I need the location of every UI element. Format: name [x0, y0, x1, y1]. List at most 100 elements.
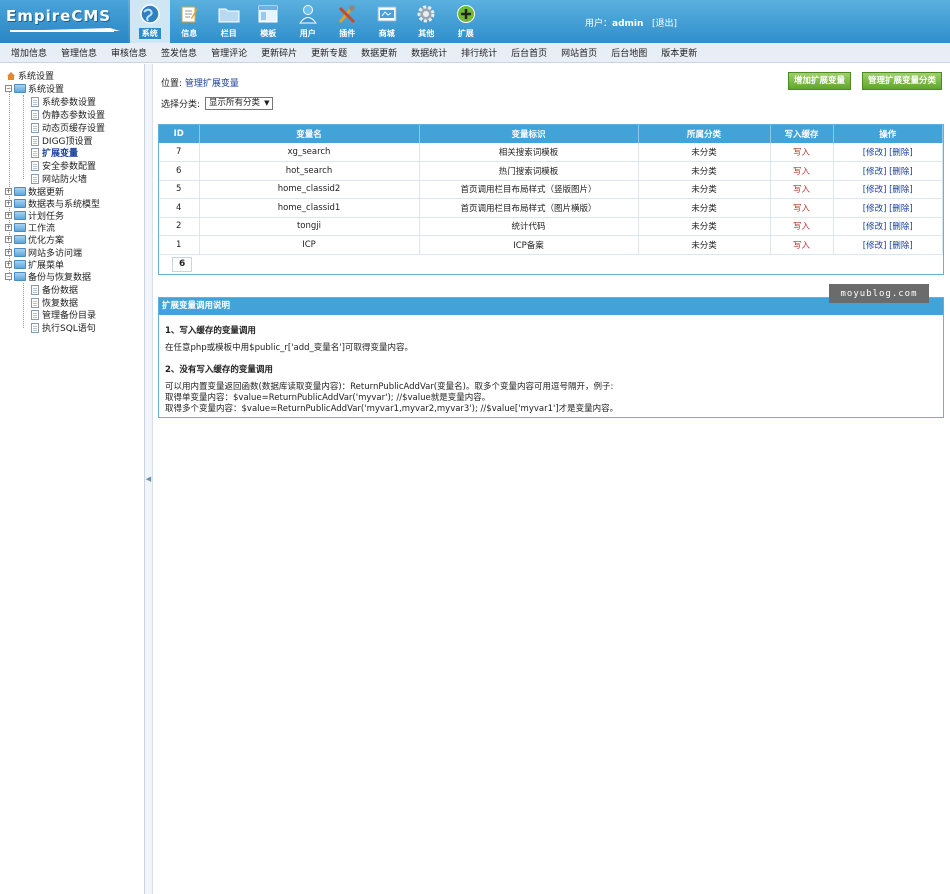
- folder-icon: [14, 272, 26, 281]
- tree-node-extend-vars[interactable]: 扩展变量: [31, 146, 78, 159]
- cell-title: 相关搜索词模板: [419, 143, 639, 162]
- edit-link[interactable]: [修改]: [863, 241, 887, 251]
- subnav-item[interactable]: 后台地图: [611, 46, 647, 59]
- table-row: 2 tongji 统计代码 未分类 写入 [修改] [删除]: [159, 217, 943, 236]
- subnav-item[interactable]: 审核信息: [111, 46, 147, 59]
- expand-icon[interactable]: +: [5, 236, 12, 243]
- subnav-item[interactable]: 签发信息: [161, 46, 197, 59]
- document-icon: [31, 122, 39, 133]
- tree-node-backup-data[interactable]: 备份数据: [31, 283, 78, 296]
- subnav-item[interactable]: 网站首页: [561, 46, 597, 59]
- category-select[interactable]: 显示所有分类 ▼: [205, 97, 274, 110]
- col-header-title: 变量标识: [419, 125, 639, 143]
- tree-node-security[interactable]: 安全参数配置: [31, 159, 96, 172]
- expand-icon[interactable]: +: [5, 249, 12, 256]
- folder-icon: [14, 223, 26, 232]
- delete-link[interactable]: [删除]: [889, 148, 913, 158]
- collapse-icon[interactable]: −: [5, 85, 12, 92]
- topnav-item-system[interactable]: 系统: [130, 0, 170, 43]
- table-row: 7 xg_search 相关搜索词模板 未分类 写入 [修改] [删除]: [159, 143, 943, 162]
- cell-class: 未分类: [638, 180, 771, 199]
- tree-node-label: 备份数据: [42, 286, 79, 296]
- tree-connector: [23, 95, 24, 179]
- subnav-item[interactable]: 增加信息: [11, 46, 47, 59]
- expand-icon[interactable]: +: [5, 200, 12, 207]
- topnav-item-other[interactable]: 其他: [407, 0, 447, 43]
- breadcrumb-prefix: 位置:: [161, 79, 185, 89]
- cell-name: ICP: [199, 235, 420, 255]
- subnav-item[interactable]: 版本更新: [661, 46, 697, 59]
- edit-link[interactable]: [修改]: [863, 222, 887, 232]
- delete-link[interactable]: [删除]: [889, 222, 913, 232]
- expand-icon[interactable]: +: [5, 212, 12, 219]
- tree-node-optimize[interactable]: + 优化方案: [5, 233, 64, 246]
- topnav-item-user[interactable]: 用户: [288, 0, 328, 43]
- collapse-arrow-icon[interactable]: ◀: [146, 475, 151, 483]
- subnav-item[interactable]: 排行统计: [461, 46, 497, 59]
- subnav-item[interactable]: 更新专题: [311, 46, 347, 59]
- tree-root[interactable]: 系统设置: [6, 69, 54, 82]
- add-var-button[interactable]: 增加扩展变量: [788, 72, 852, 90]
- cell-cache: 写入: [770, 198, 834, 218]
- expand-icon[interactable]: +: [5, 261, 12, 268]
- tree-node-backup-dir[interactable]: 管理备份目录: [31, 308, 96, 321]
- subnav-item[interactable]: 后台首页: [511, 46, 547, 59]
- tree-node-backup[interactable]: − 备份与恢复数据: [5, 270, 91, 283]
- subnav-item[interactable]: 数据统计: [411, 46, 447, 59]
- expand-icon[interactable]: +: [5, 188, 12, 195]
- edit-link[interactable]: [修改]: [863, 167, 887, 177]
- tree-node-label: 系统设置: [28, 85, 65, 95]
- cell-title: 热门搜索词模板: [419, 161, 639, 181]
- table-header-row: ID 变量名 变量标识 所属分类 写入缓存 操作: [159, 125, 943, 143]
- sub-nav: 增加信息 管理信息 审核信息 签发信息 管理评论 更新碎片 更新专题 数据更新 …: [0, 43, 950, 63]
- delete-link[interactable]: [删除]: [889, 185, 913, 195]
- tree-node-firewall[interactable]: 网站防火墙: [31, 172, 87, 185]
- manage-class-button[interactable]: 管理扩展变量分类: [862, 72, 943, 90]
- logo[interactable]: EmpireCMS: [0, 0, 128, 43]
- topnav-label: 扩展: [457, 29, 474, 38]
- topnav-item-extend[interactable]: 扩展: [446, 0, 486, 43]
- logo-text: EmpireCMS: [6, 7, 112, 25]
- document-icon: [31, 109, 39, 120]
- edit-link[interactable]: [修改]: [863, 204, 887, 214]
- cell-name: xg_search: [199, 143, 420, 162]
- expand-icon[interactable]: +: [5, 224, 12, 231]
- page-number[interactable]: 6: [172, 256, 193, 272]
- edit-link[interactable]: [修改]: [863, 148, 887, 158]
- subnav-item[interactable]: 数据更新: [361, 46, 397, 59]
- topnav-item-column[interactable]: 栏目: [209, 0, 249, 43]
- user-name: admin: [612, 19, 644, 29]
- edit-link[interactable]: [修改]: [863, 185, 887, 195]
- topnav-item-shop[interactable]: 商城: [367, 0, 407, 43]
- tree-node-label: 伪静态参数设置: [42, 111, 106, 121]
- tree-node-label: 扩展变量: [42, 149, 79, 159]
- col-header-actions: 操作: [833, 125, 943, 143]
- panel-splitter[interactable]: ◀: [145, 64, 153, 894]
- delete-link[interactable]: [删除]: [889, 241, 913, 251]
- cell-title: 首页调用栏目布局样式（图片横版）: [419, 198, 639, 218]
- delete-link[interactable]: [删除]: [889, 167, 913, 177]
- tree-node-exec-sql[interactable]: 执行SQL语句: [31, 321, 96, 334]
- topnav-item-template[interactable]: 模板: [249, 0, 289, 43]
- folder-icon: [14, 199, 26, 208]
- tree-node-rewrite-params[interactable]: 伪静态参数设置: [31, 108, 105, 121]
- breadcrumb-link[interactable]: 管理扩展变量: [185, 79, 239, 89]
- tree-node-label: 系统参数设置: [42, 98, 97, 108]
- tree-node-dynamic-cache[interactable]: 动态页缓存设置: [31, 121, 105, 134]
- tree-node-system-settings[interactable]: − 系统设置: [5, 82, 64, 95]
- help-panel-title: 扩展变量调用说明: [159, 298, 943, 315]
- topnav-item-info[interactable]: 信息: [170, 0, 210, 43]
- logout-link[interactable]: [退出]: [652, 19, 677, 29]
- help-text-1: 在任意php或模板中用$public_r['add_变量名']可取得变量内容。: [165, 343, 413, 353]
- collapse-icon[interactable]: −: [5, 273, 12, 280]
- subnav-item[interactable]: 更新碎片: [261, 46, 297, 59]
- cell-class: 未分类: [638, 217, 771, 236]
- cell-id: 7: [159, 143, 200, 162]
- subnav-item[interactable]: 管理评论: [211, 46, 247, 59]
- col-header-id: ID: [159, 125, 200, 143]
- tree-node-system-params[interactable]: 系统参数设置: [31, 95, 96, 108]
- delete-link[interactable]: [删除]: [889, 204, 913, 214]
- tools-icon: [336, 3, 358, 25]
- subnav-item[interactable]: 管理信息: [61, 46, 97, 59]
- topnav-item-plugin[interactable]: 插件: [328, 0, 368, 43]
